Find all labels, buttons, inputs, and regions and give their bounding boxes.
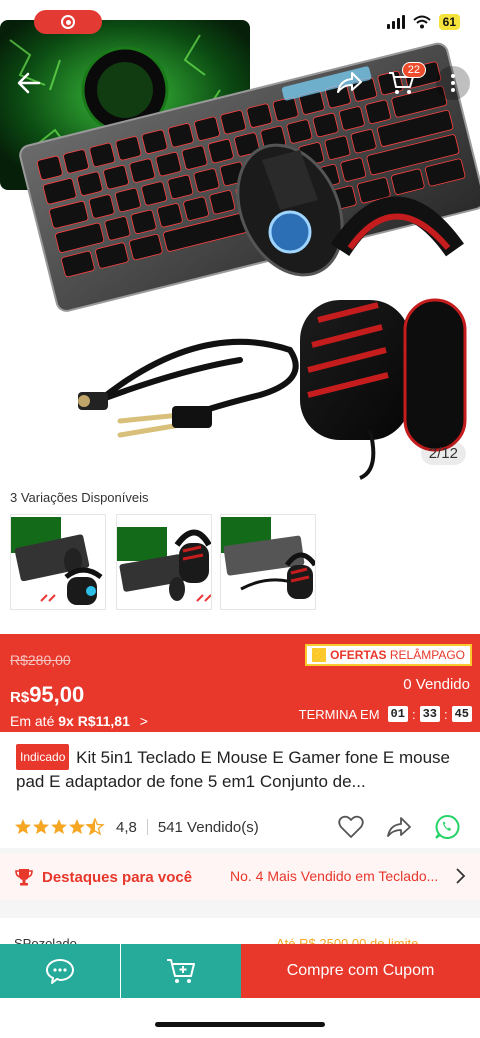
countdown-minutes: 33 [419,706,440,722]
variation-image [11,517,103,605]
more-options-button[interactable] [436,66,470,100]
lightning-icon: ⚡ [312,648,327,662]
variation-image [221,517,315,599]
flash-sale-banner: R$280,00 R$95,00 Em até 9x R$11,81 > ⚡ O… [0,634,480,732]
installments-value: 9x R$11,81 [58,713,130,729]
rating-stars-icon [15,818,105,836]
countdown-label: TERMINA EM [298,706,380,722]
section-divider [0,900,480,918]
share-icon[interactable] [386,815,412,839]
installments-link[interactable]: Em até 9x R$11,81 > [10,713,148,729]
variation-image [117,527,211,602]
rating-row: 4,8 541 Vendido(s) [0,808,480,846]
countdown-timer: TERMINA EM 01 : 33 : 45 [299,706,472,722]
flash-badge-main: OFERTAS [330,648,387,662]
divider [146,819,148,835]
bottom-action-bar: Compre com Cupom [0,944,480,998]
whatsapp-icon[interactable] [434,814,460,840]
trophy-icon [15,869,33,886]
buy-with-coupon-button[interactable]: Compre com Cupom [241,944,480,998]
back-button[interactable] [10,64,48,102]
share-button[interactable] [330,64,368,102]
share-icon [337,72,362,93]
home-indicator [155,1022,325,1027]
original-price: R$280,00 [10,652,71,668]
screen-recording-indicator [34,10,102,34]
current-price: R$95,00 [10,682,84,708]
wifi-icon [412,15,431,29]
price-currency: R$ [10,689,30,706]
highlights-title: Destaques para você [42,868,193,886]
highlights-row[interactable]: Destaques para você No. 4 Mais Vendido e… [0,854,480,900]
add-to-cart-button[interactable] [121,944,241,998]
image-counter: 2/12 [420,442,466,465]
variations-title: 3 Variações Disponíveis [10,490,149,505]
chat-button[interactable] [0,944,120,998]
sold-count: 541 Vendido(s) [157,818,259,836]
cart-count-badge: 22 [401,62,426,78]
product-image-carousel[interactable]: 61 22 2/12 [0,0,480,480]
highlights-text: No. 4 Mais Vendido em Teclado... [230,868,439,884]
flash-sold-count: 0 Vendido [403,676,470,693]
product-title-block: Indicado Kit 5in1 Teclado E Mouse E Game… [0,732,480,794]
cart-button[interactable]: 22 [382,62,426,102]
arrow-left-icon [17,72,41,94]
recommended-tag: Indicado [16,744,70,770]
cellular-signal-icon [386,15,405,29]
heart-icon[interactable] [338,815,364,839]
installments-prefix: Em até [10,713,59,729]
rating-value: 4,8 [116,818,137,836]
countdown-seconds: 45 [451,706,472,722]
variation-thumb-1[interactable] [10,514,106,610]
chevron-right-icon [456,868,466,884]
product-page: 61 22 2/12 3 Variações Disponíveis R$280… [0,0,480,1038]
variation-thumb-2[interactable] [116,514,212,610]
countdown-hours: 01 [387,706,408,722]
chevron-right-icon: > [139,713,148,729]
product-title: Kit 5in1 Teclado E Mouse E Gamer fone E … [16,748,450,791]
variation-thumb-3[interactable] [220,514,316,610]
add-to-cart-icon [167,959,195,983]
chat-icon [46,959,74,984]
flash-badge-rest: RELÂMPAGO [386,648,465,662]
battery-indicator: 61 [438,14,460,30]
status-bar: 61 [0,0,480,44]
price-value: 95,00 [29,682,85,707]
more-vertical-icon [451,74,455,92]
variations-section: 3 Variações Disponíveis [0,480,480,630]
flash-offer-badge: ⚡ OFERTAS RELÂMPAGO [305,644,472,666]
